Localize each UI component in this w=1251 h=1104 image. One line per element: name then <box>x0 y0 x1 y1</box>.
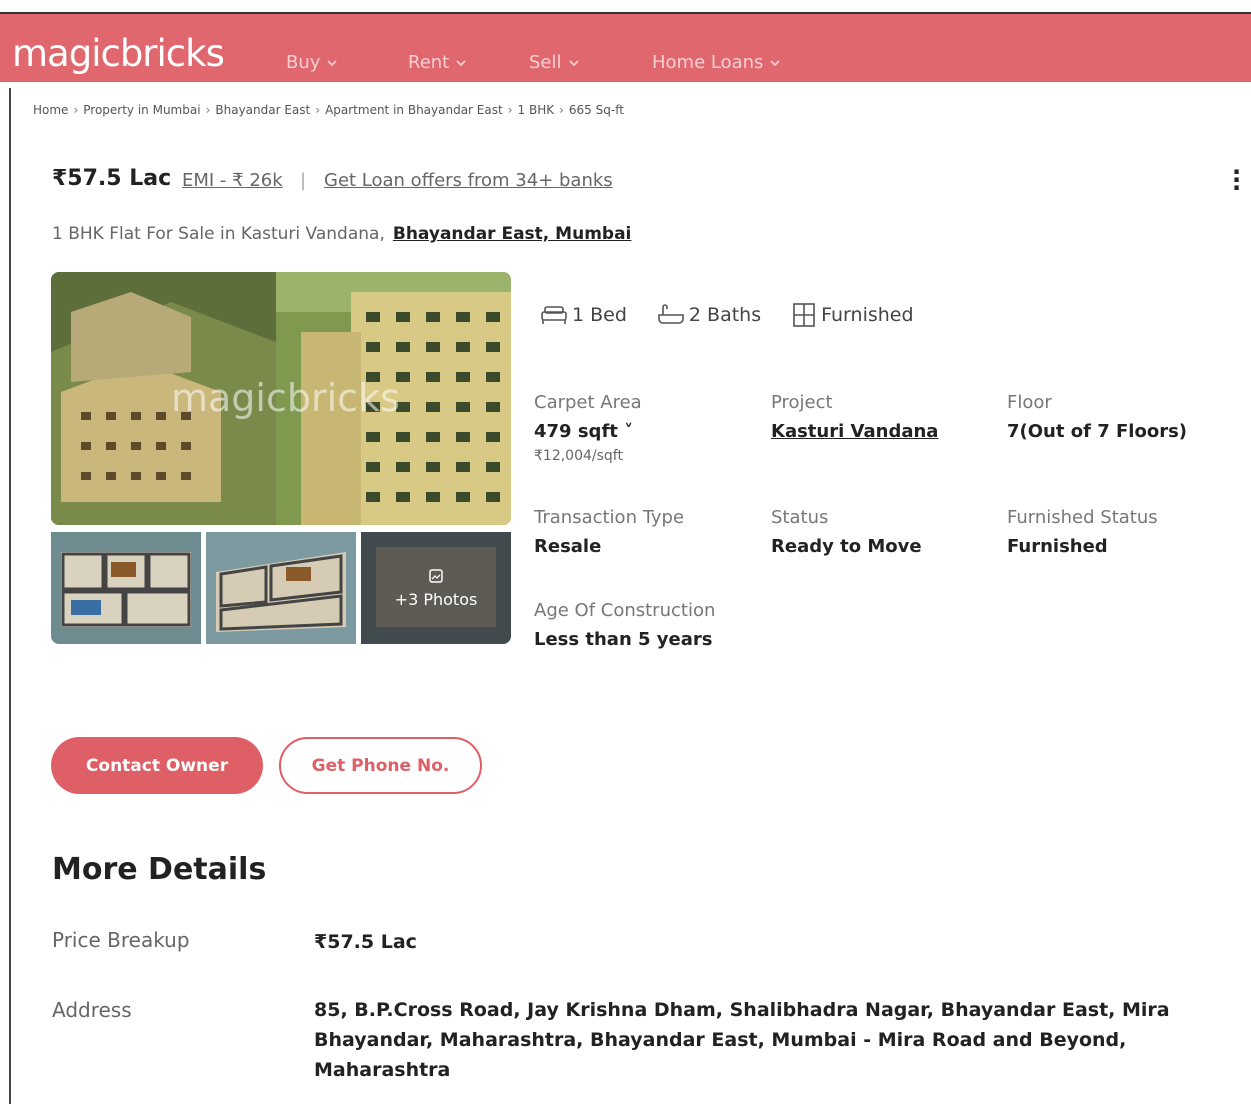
nav-sell-label: Sell <box>529 52 562 73</box>
listing-price: ₹57.5 Lac <box>52 166 172 191</box>
status-value: Ready to Move <box>771 536 922 557</box>
breadcrumb-bhk[interactable]: 1 BHK <box>518 103 555 117</box>
breadcrumb-type[interactable]: Apartment in Bhayandar East <box>325 103 503 117</box>
contact-owner-button[interactable]: Contact Owner <box>51 737 263 794</box>
divider: | <box>300 170 307 191</box>
listing-subtitle: 1 BHK Flat For Sale in Kasturi Vandana, B… <box>52 224 631 244</box>
left-border <box>9 88 11 1104</box>
emi-link[interactable]: EMI - ₹ 26k <box>182 170 283 191</box>
age-value: Less than 5 years <box>534 629 713 650</box>
price-breakup-label: Price Breakup <box>52 928 190 952</box>
nav-rent[interactable]: Rent <box>408 52 467 73</box>
site-header: magicbricks Buy Rent Sell Home Loans <box>0 14 1251 82</box>
carpet-area-value[interactable]: 479 sqft ˅ <box>534 421 642 442</box>
age-label: Age Of Construction <box>534 600 716 621</box>
floorplan-thumbnail-1[interactable] <box>51 532 201 644</box>
breadcrumb-separator: › <box>315 103 321 117</box>
image-icon <box>429 568 443 583</box>
carpet-area-label: Carpet Area <box>534 392 642 413</box>
location-link[interactable]: Bhayandar East, Mumbai <box>393 224 632 244</box>
furnished-status-label: Furnished Status <box>1007 507 1158 528</box>
more-options-icon[interactable]: · · · <box>1232 160 1241 200</box>
nav-sell[interactable]: Sell <box>529 52 580 73</box>
nav-home-loans-label: Home Loans <box>652 52 764 73</box>
transaction-type-label: Transaction Type <box>534 507 685 528</box>
magicbricks-logo[interactable]: magicbricks <box>12 32 225 75</box>
address-label: Address <box>52 998 132 1022</box>
nav-home-loans[interactable]: Home Loans <box>652 52 781 73</box>
project-link[interactable]: Kasturi Vandana <box>771 421 938 442</box>
watermark-text: magicbricks <box>171 376 400 420</box>
photo-gallery[interactable]: magicbricks +3 Photos <box>51 272 511 644</box>
main-property-image[interactable]: magicbricks <box>51 272 511 525</box>
carpet-area-rate: ₹12,004/sqft <box>534 448 623 464</box>
breadcrumb: Home › Property in Mumbai › Bhayandar East › A… <box>33 103 624 117</box>
floor-value: 7(Out of 7 Floors) <box>1007 421 1188 442</box>
listing-title: 1 BHK Flat For Sale in Kasturi Vandana, <box>52 224 385 244</box>
bathtub-icon <box>658 304 684 324</box>
breadcrumb-separator: › <box>205 103 211 117</box>
project-label: Project <box>771 392 833 413</box>
feature-furnished: Furnished <box>791 302 914 328</box>
bed-label: 1 Bed <box>572 304 627 326</box>
feature-summary: 1 Bed 2 Baths Furnished <box>540 302 914 328</box>
floorplan-thumbnail-2[interactable] <box>206 532 356 644</box>
transaction-type-value: Resale <box>534 536 602 557</box>
project: Project Kasturi Vandana <box>771 392 938 442</box>
floor-label: Floor <box>1007 392 1052 413</box>
get-phone-button[interactable]: Get Phone No. <box>279 737 482 794</box>
floor: Floor 7(Out of 7 Floors) <box>1007 392 1187 442</box>
more-photos-label: +3 Photos <box>394 589 478 609</box>
more-photos-button[interactable]: +3 Photos <box>361 532 511 644</box>
breadcrumb-separator: › <box>559 103 564 117</box>
transaction-type: Transaction Type Resale <box>534 507 684 557</box>
nav-buy[interactable]: Buy <box>286 52 338 73</box>
nav-buy-label: Buy <box>286 52 321 73</box>
price-breakup-value: ₹57.5 Lac <box>314 931 417 953</box>
wardrobe-icon <box>793 303 815 327</box>
carpet-area: Carpet Area 479 sqft ˅ ₹12,004/sqft <box>534 392 642 464</box>
furnished-label: Furnished <box>821 304 914 326</box>
feature-baths: 2 Baths <box>657 303 761 327</box>
status: Status Ready to Move <box>771 507 922 557</box>
chevron-down-icon <box>456 59 466 66</box>
feature-bed: 1 Bed <box>540 304 627 326</box>
chevron-down-icon <box>568 59 579 66</box>
age-of-construction: Age Of Construction Less than 5 years <box>534 600 715 650</box>
breadcrumb-city[interactable]: Property in Mumbai <box>83 103 200 117</box>
address-value: 85, B.P.Cross Road, Jay Krishna Dham, Sh… <box>314 999 1170 1081</box>
chevron-down-icon <box>770 59 781 66</box>
furnished-status-value: Furnished <box>1007 536 1108 557</box>
breadcrumb-area: 665 Sq-ft <box>568 103 624 117</box>
bed-icon <box>541 306 567 324</box>
breadcrumb-separator: › <box>73 103 79 117</box>
breadcrumb-home[interactable]: Home <box>33 103 68 117</box>
nav-rent-label: Rent <box>408 52 450 73</box>
loan-offers-link[interactable]: Get Loan offers from 34+ banks <box>324 170 613 191</box>
chevron-down-icon <box>327 59 338 66</box>
furnished-status: Furnished Status Furnished <box>1007 507 1158 557</box>
status-label: Status <box>771 507 829 528</box>
more-details-heading: More Details <box>52 852 267 887</box>
breadcrumb-locality[interactable]: Bhayandar East <box>215 103 310 117</box>
breadcrumb-separator: › <box>507 103 513 117</box>
baths-label: 2 Baths <box>688 304 762 326</box>
